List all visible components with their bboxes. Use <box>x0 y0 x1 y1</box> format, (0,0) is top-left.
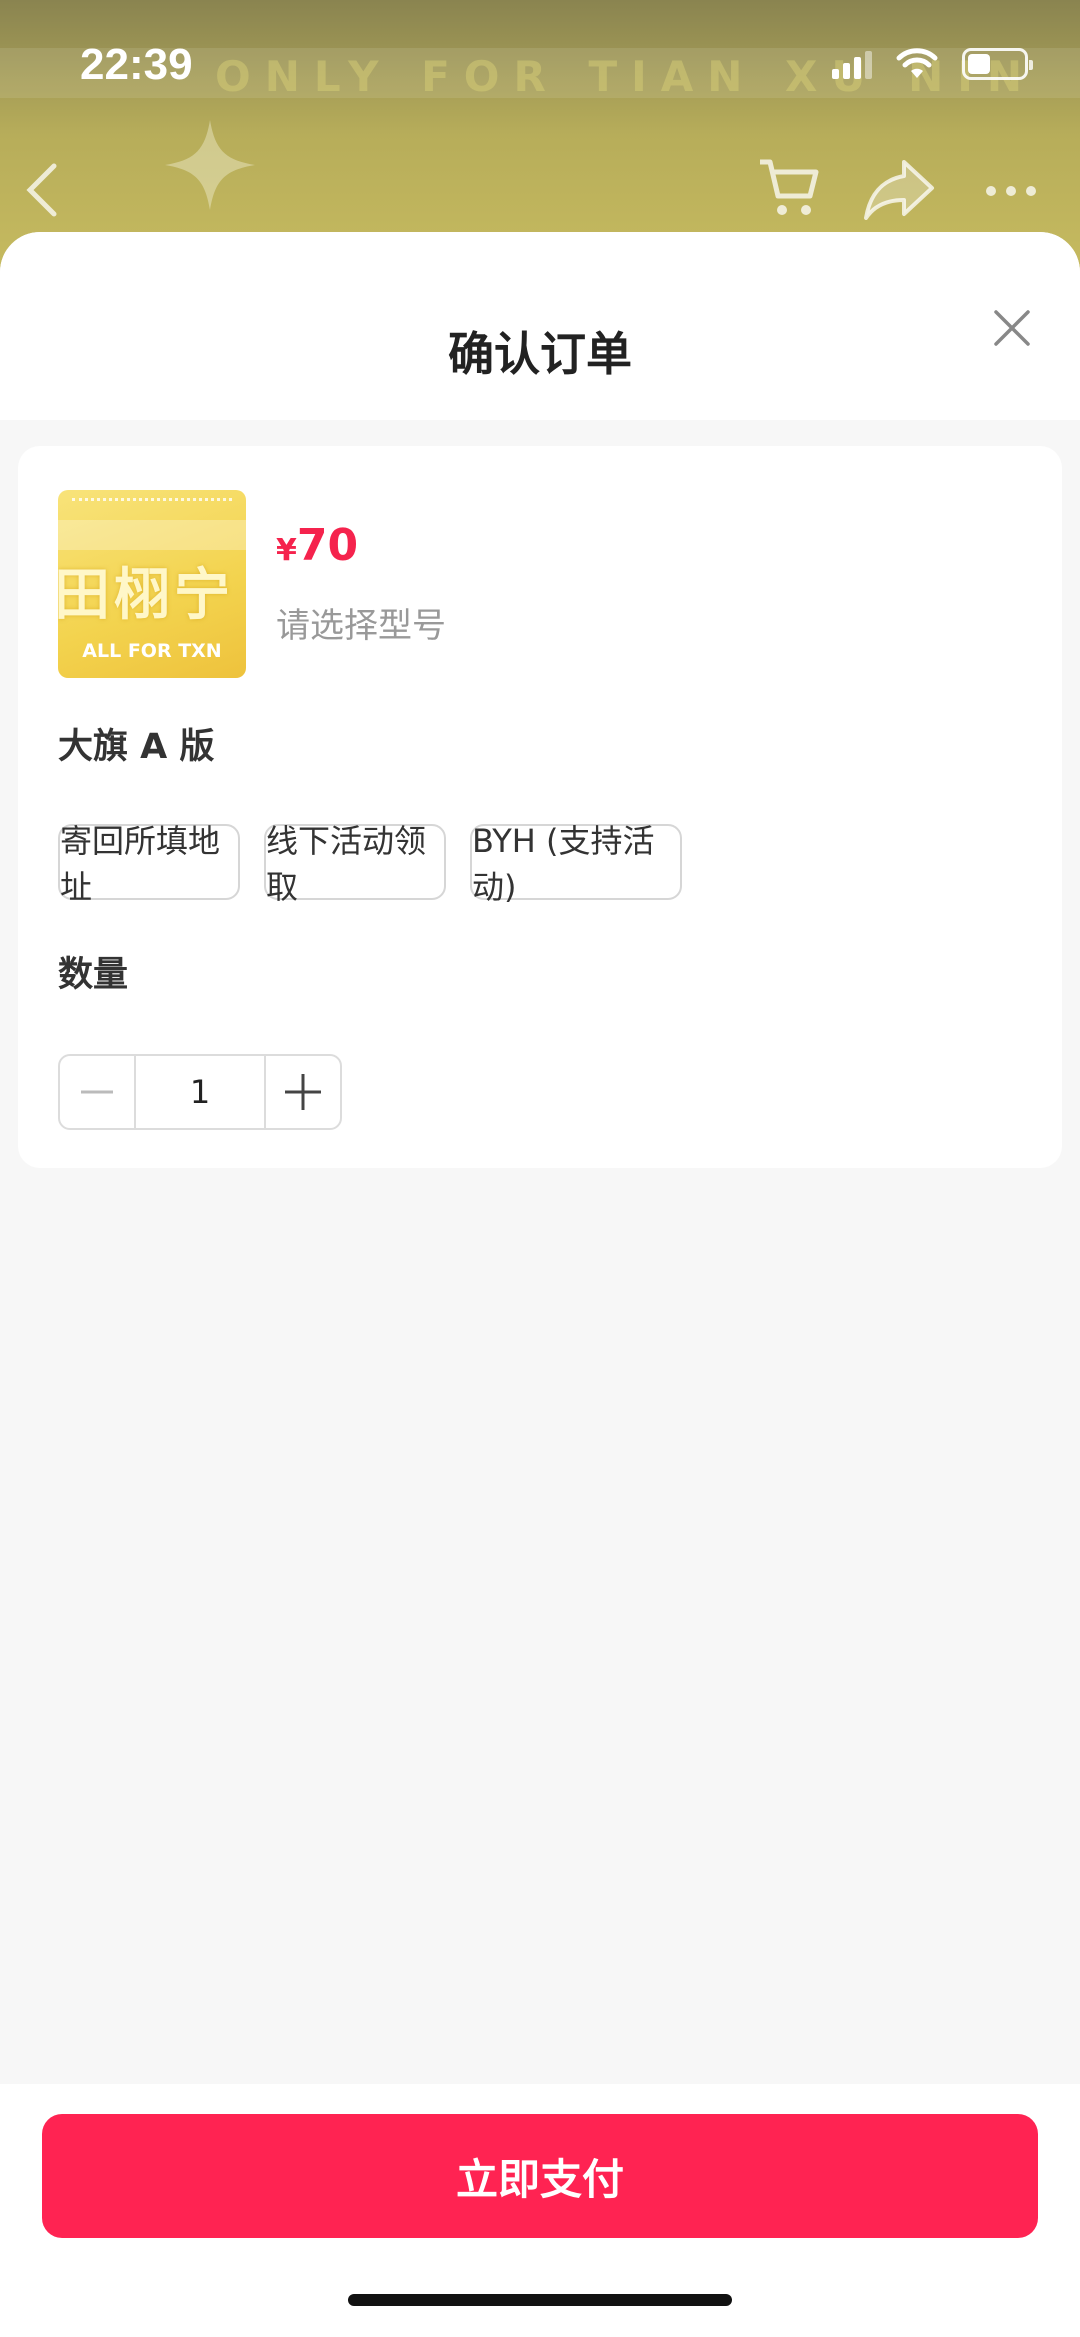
cart-icon[interactable] <box>756 156 822 220</box>
more-icon[interactable] <box>984 184 1038 198</box>
variant-label: 大旗 A 版 <box>58 727 215 767</box>
option-mail-address[interactable]: 寄回所填地址 <box>58 822 240 906</box>
variant-hint: 请选择型号 <box>276 606 446 646</box>
back-icon[interactable] <box>20 160 64 220</box>
plus-icon <box>285 1074 321 1110</box>
status-time: 22:39 <box>80 40 193 89</box>
variant-options: 寄回所填地址 线下活动领取 BYH (支持活动) <box>58 822 682 906</box>
status-icons <box>832 48 1033 80</box>
wifi-icon <box>896 48 938 78</box>
footer-bar: 立即支付 <box>0 2084 1080 2337</box>
decrement-button[interactable] <box>60 1056 134 1128</box>
home-indicator <box>348 2294 732 2306</box>
product-thumbnail: 田栩宁 ALL FOR TXN <box>58 490 246 678</box>
increment-button[interactable] <box>266 1056 340 1128</box>
price-currency: ¥ <box>276 533 297 568</box>
option-offline-pickup[interactable]: 线下活动领取 <box>264 822 446 906</box>
option-byh-event[interactable]: BYH (支持活动) <box>470 822 682 906</box>
sheet-header: 确认订单 <box>0 232 1080 420</box>
thumb-sub-text: ALL FOR TXN <box>82 640 222 662</box>
minus-icon <box>81 1090 113 1094</box>
confirm-order-sheet: 确认订单 田栩宁 ALL FOR TXN ¥70 请选择型号 大旗 A 版 寄回… <box>0 232 1080 2337</box>
battery-icon <box>962 48 1033 80</box>
pay-now-button[interactable]: 立即支付 <box>42 2114 1038 2238</box>
order-card: 田栩宁 ALL FOR TXN ¥70 请选择型号 大旗 A 版 寄回所填地址 … <box>18 446 1062 1168</box>
thumb-main-text: 田栩宁 <box>58 563 234 628</box>
close-icon[interactable] <box>992 308 1032 348</box>
quantity-label: 数量 <box>58 955 129 995</box>
signal-icon <box>832 49 872 79</box>
share-icon[interactable] <box>864 158 936 220</box>
sheet-title: 确认订单 <box>448 327 632 381</box>
quantity-stepper: 1 <box>58 1054 342 1130</box>
price-amount: 70 <box>296 520 359 571</box>
product-price: ¥70 <box>276 520 358 571</box>
sparkle-icon <box>165 120 255 210</box>
quantity-value[interactable]: 1 <box>134 1056 266 1128</box>
